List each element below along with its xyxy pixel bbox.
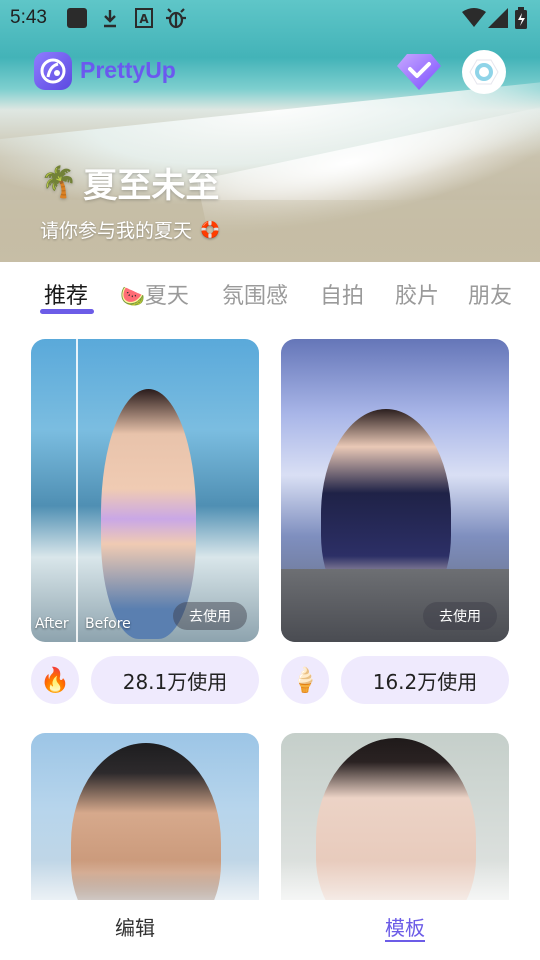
status-bar: 5:43 A [0,0,540,36]
status-time: 5:43 [10,7,47,28]
usage-count: 28.1万使用 [91,656,259,704]
tab-summer-label: 夏天 [144,284,189,309]
hero-title-text: 夏至未至 [83,166,220,206]
before-after-divider[interactable] [76,339,78,642]
battery-icon [515,7,527,29]
tab-recommend[interactable]: 推荐 [44,278,88,310]
hero-banner: 5:43 A PrettyUp 🌴 夏至未至 请你参与我的夏天 🛟 [0,0,540,262]
use-template-button[interactable]: 去使用 [423,602,497,630]
prettyup-logo-icon [34,52,72,90]
tab-selfie[interactable]: 自拍 [320,278,364,310]
settings-hexagon-icon [469,59,499,85]
template-card[interactable]: After Before 去使用 [31,339,259,642]
hero-title: 🌴 夏至未至 [40,158,219,207]
watermelon-icon: 🍉 [120,284,145,308]
vip-diamond-icon[interactable] [395,50,443,92]
tab-indicator [40,309,94,314]
svg-text:A: A [139,12,149,26]
brand-name: PrettyUp [80,57,176,83]
download-icon [102,8,118,28]
hero-subtitle: 请你参与我的夏天 🛟 [40,216,220,243]
nav-edit[interactable]: 编辑 [115,912,155,941]
tab-atmosphere[interactable]: 氛围感 [222,278,288,310]
before-label: Before [85,616,131,632]
tab-friends[interactable]: 朋友 [468,278,512,310]
use-template-button[interactable]: 去使用 [173,602,247,630]
bottom-nav: 编辑 模板 [0,900,540,960]
wifi-icon [462,8,486,28]
nav-templates[interactable]: 模板 [385,912,425,941]
settings-button[interactable] [462,50,506,94]
tab-summer[interactable]: 🍉夏天 [120,278,189,310]
signal-icon [488,8,508,28]
ice-cream-icon: 🍦 [281,656,329,704]
lifebuoy-icon: 🛟 [200,220,220,239]
usage-count: 16.2万使用 [341,656,509,704]
category-tabs: 推荐 🍉夏天 氛围感 自拍 胶片 朋友 [0,262,540,324]
template-card[interactable]: 去使用 [281,339,509,642]
palm-tree-icon: 🌴 [40,165,78,200]
after-label: After [35,616,69,632]
fire-icon: 🔥 [31,656,79,704]
template-photo [101,389,196,639]
bug-icon [165,8,187,29]
hero-subtitle-text: 请你参与我的夏天 [40,220,193,242]
tab-film[interactable]: 胶片 [395,278,439,310]
text-a-icon: A [135,8,153,28]
app-square-icon [67,8,87,28]
